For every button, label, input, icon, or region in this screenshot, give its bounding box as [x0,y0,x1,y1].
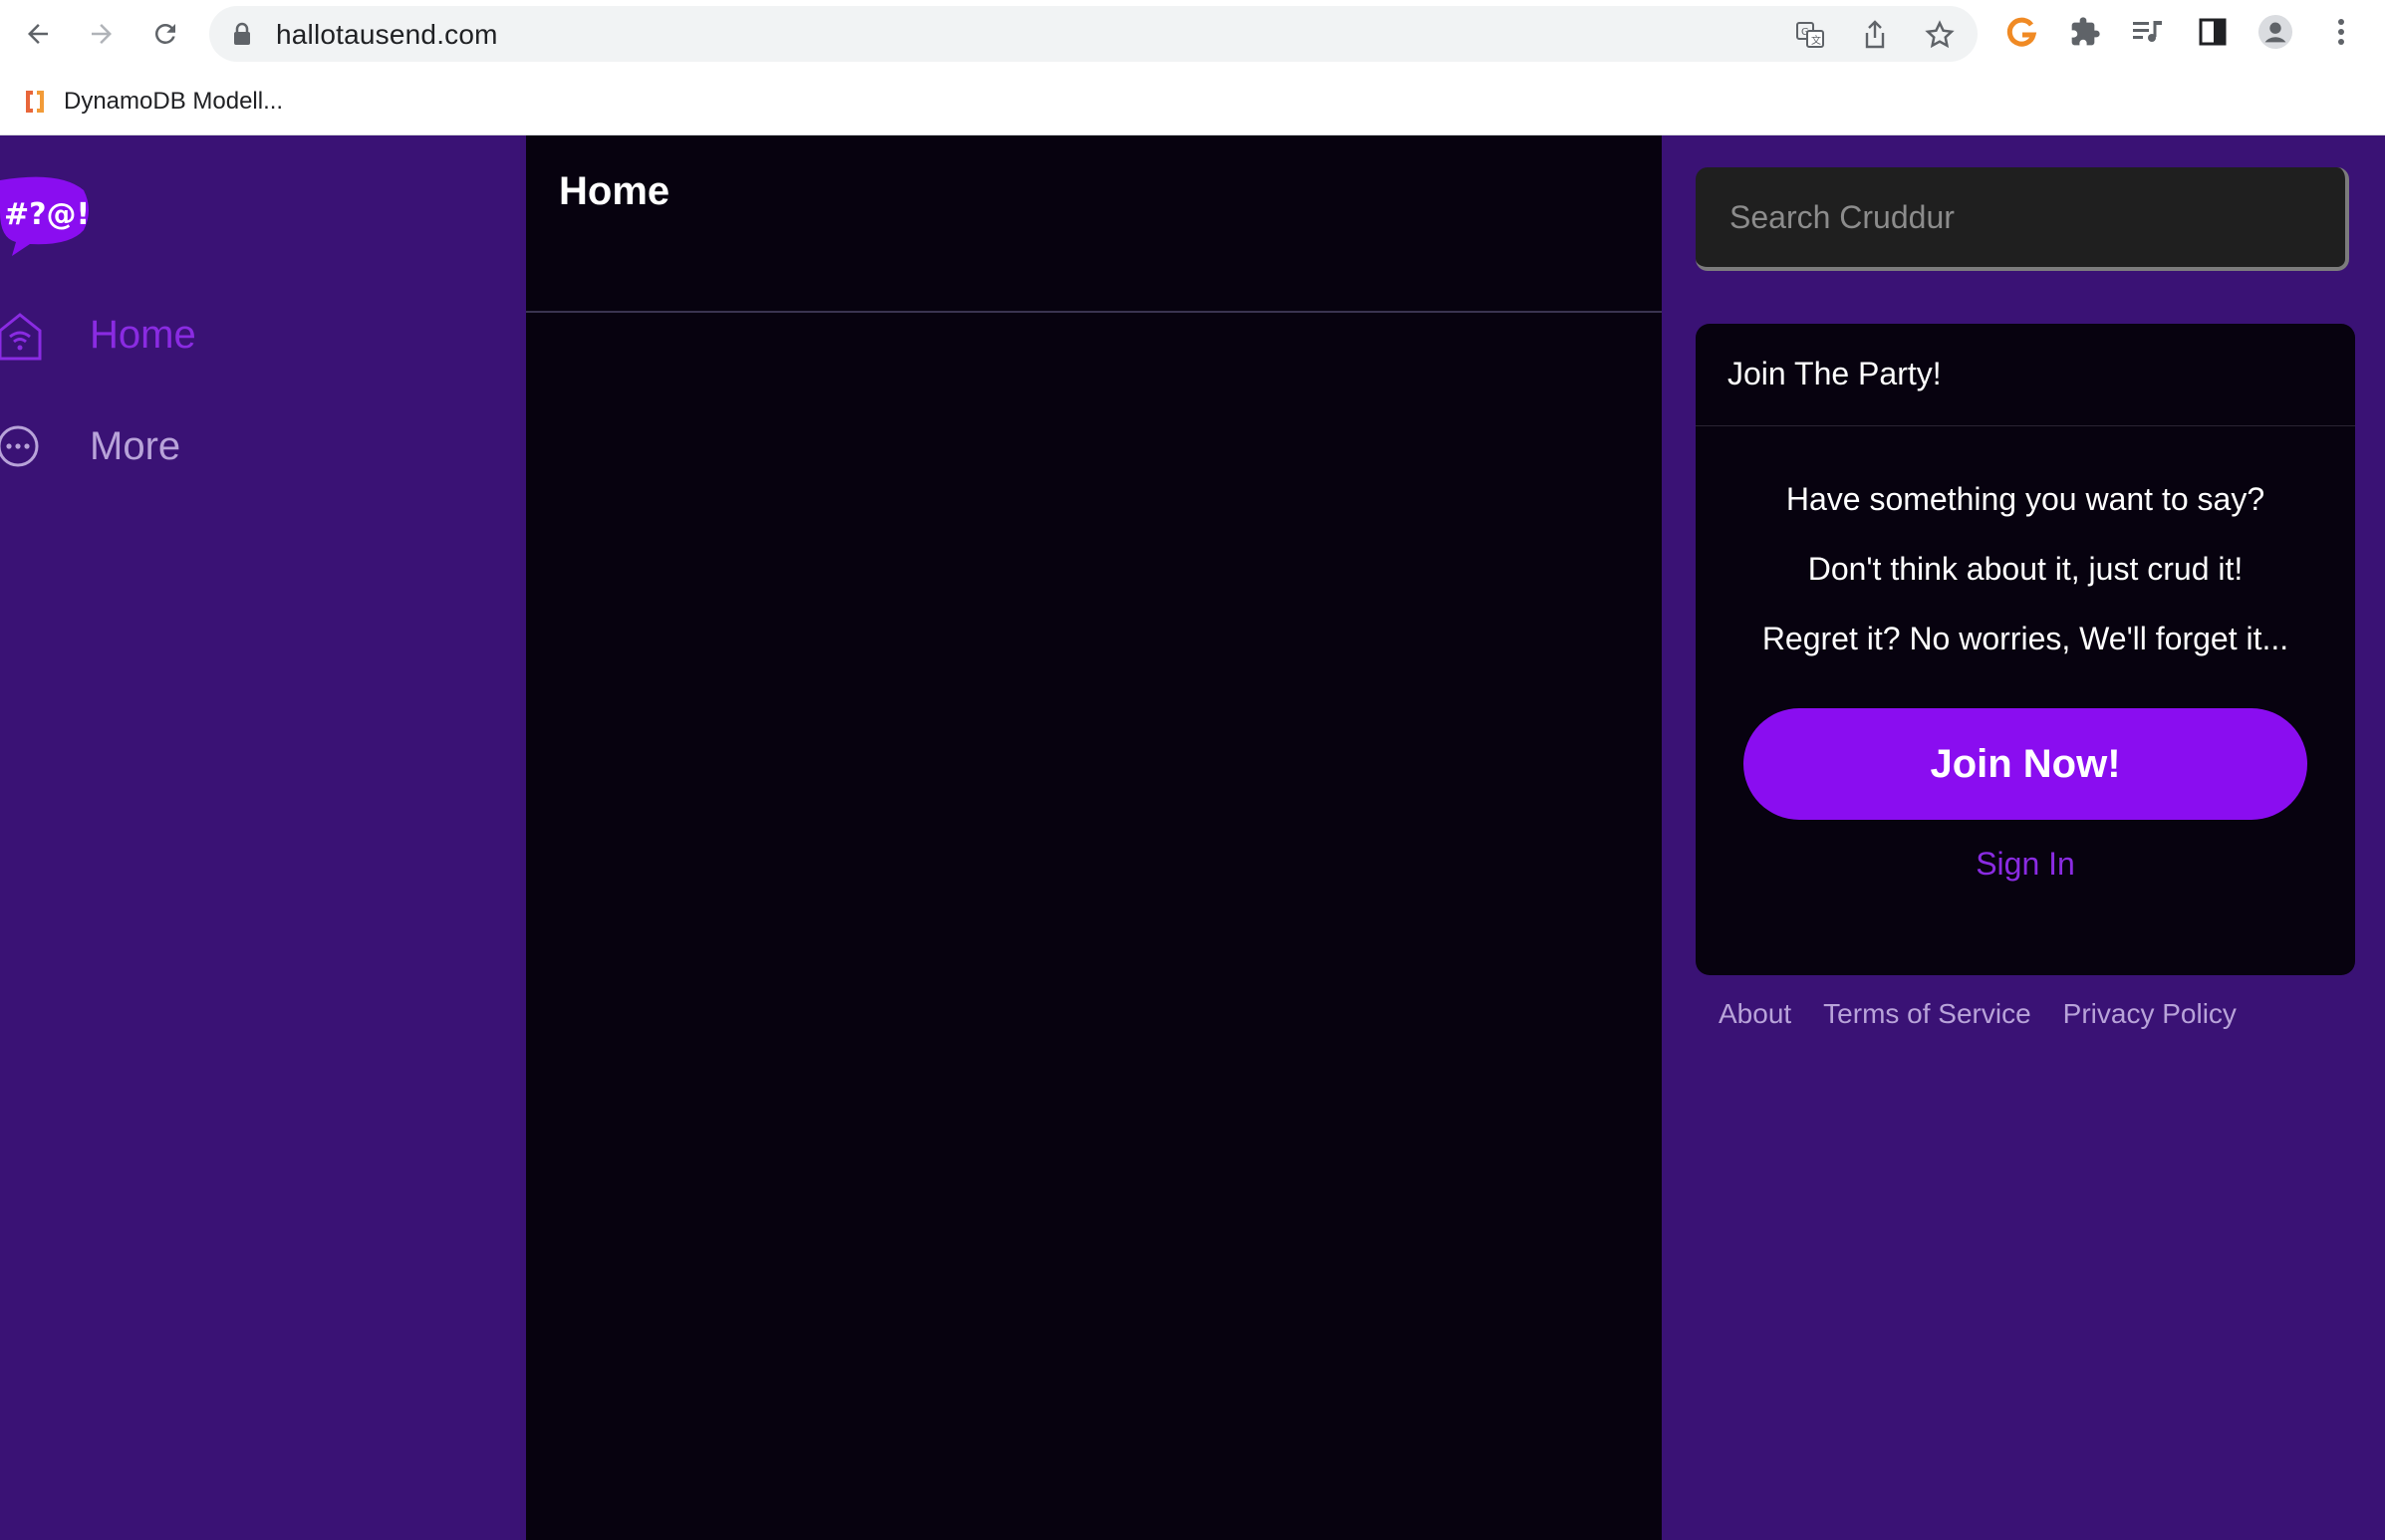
join-party-card: Join The Party! Have something you want … [1696,324,2355,975]
svg-text:文: 文 [1811,34,1821,47]
card-text-line: Regret it? No worries, We'll forget it..… [1761,621,2289,656]
sidebar-item-label: More [90,424,181,468]
footer-links: About Terms of Service Privacy Policy [1719,998,2237,1030]
card-header: Join The Party! [1696,324,2355,426]
footer-link-terms[interactable]: Terms of Service [1823,998,2031,1030]
reload-button[interactable] [145,14,185,54]
card-text-line: Don't think about it, just crud it! [1807,551,2244,587]
forward-arrow-icon [92,24,112,44]
browser-menu-icon[interactable] [2323,14,2359,50]
grammarly-extension-icon[interactable] [2003,14,2039,50]
reload-icon [154,23,175,44]
profile-avatar-icon[interactable] [2257,14,2293,50]
feed-header: Home [526,135,1662,313]
bookmark-star-icon[interactable] [1925,20,1955,50]
logo-text: #?@! [4,197,90,232]
url-text: hallotausend.com [276,19,498,50]
share-icon[interactable] [1860,20,1890,50]
card-text-line: Have something you want to say? [1785,481,2265,517]
side-panel-icon[interactable] [2195,14,2231,50]
dynamodb-bookmark-icon [26,91,44,113]
extensions-puzzle-icon[interactable] [2067,14,2103,50]
footer-link-about[interactable]: About [1719,998,1791,1030]
sign-in-link[interactable]: Sign In [1696,846,2355,883]
footer-link-privacy[interactable]: Privacy Policy [2063,998,2237,1030]
sidebar-item-label: Home [90,313,196,357]
svg-text:G: G [1801,27,1809,38]
bookmark-label: DynamoDB Modell... [64,88,284,115]
page-title: Home [559,169,670,213]
right-sidebar: Join The Party! Have something you want … [1662,135,2385,1540]
page-content: #?@! Home More Home Search Cruddur Join … [0,135,2385,1540]
translate-icon[interactable]: G文 [1795,20,1825,50]
app-logo[interactable]: #?@! [0,172,92,261]
back-button[interactable] [18,14,58,54]
left-sidebar: #?@! Home More [0,135,526,1540]
back-arrow-icon [28,24,48,44]
bookmark-dynamodb[interactable]: DynamoDB Modell... [20,82,283,122]
forward-button[interactable] [82,14,122,54]
home-icon [0,313,42,361]
card-title: Join The Party! [1727,356,1942,391]
browser-toolbar: hallotausend.com G文 [0,0,2385,68]
bookmarks-bar: DynamoDB Modell... [0,68,2385,135]
more-icon [0,425,39,467]
lock-icon [233,22,251,51]
join-now-button[interactable]: Join Now! [1743,708,2307,820]
media-control-icon[interactable] [2130,14,2166,50]
search-input[interactable] [1696,167,2345,267]
address-bar[interactable]: hallotausend.com G文 [209,6,1978,62]
main-feed: Home [526,135,1662,1540]
search-box [1696,167,2349,271]
